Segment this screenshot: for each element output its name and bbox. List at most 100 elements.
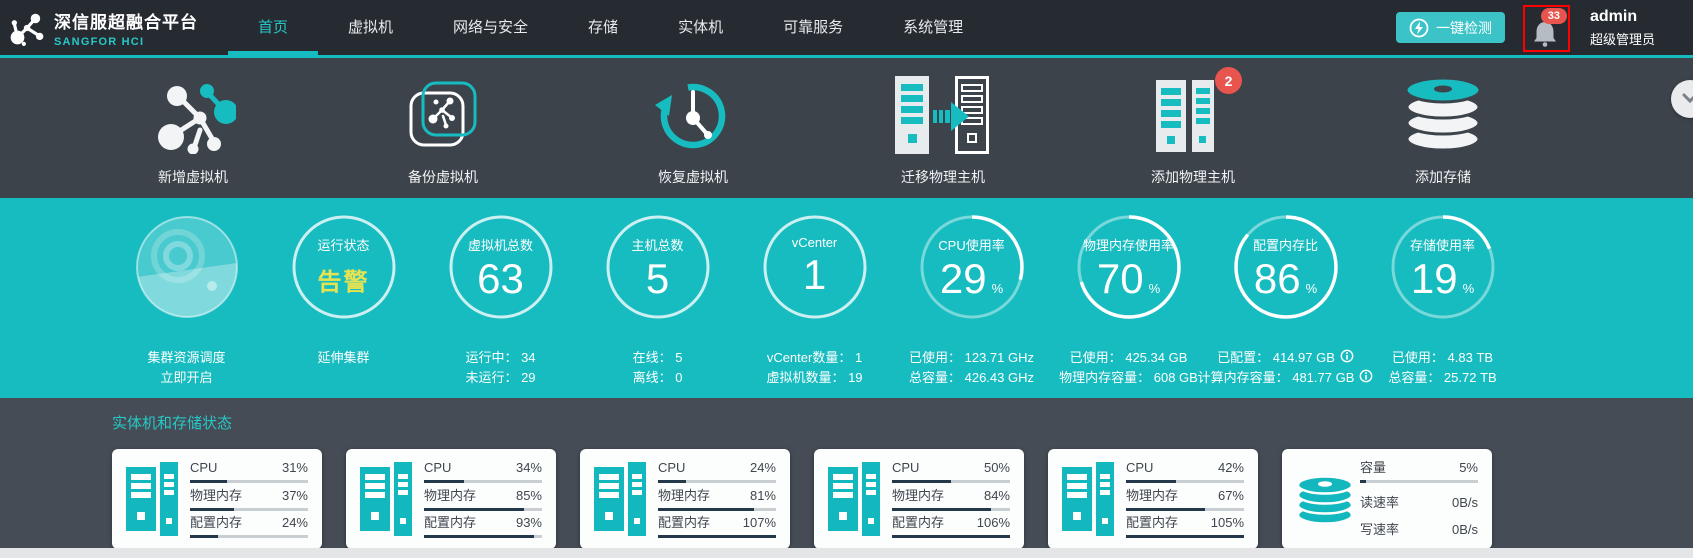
action-label: 添加物理主机: [1151, 169, 1235, 185]
metric-value: 37%: [281, 487, 308, 503]
info-icon[interactable]: [1340, 349, 1354, 363]
metric-label: 物理内存: [892, 487, 945, 503]
stat-title: 虚拟机总数: [467, 238, 533, 253]
stat-unit: %: [1462, 281, 1475, 296]
metric-value: 31%: [281, 460, 308, 475]
notification-annotation-box[interactable]: 33: [1522, 5, 1570, 52]
stat-title: 主机总数: [631, 238, 684, 253]
tab-network-security[interactable]: 网络与安全: [423, 0, 558, 55]
progress-bar: [892, 480, 1010, 483]
one-click-check-button[interactable]: 一键检测: [1395, 12, 1505, 43]
progress-bar: [1360, 480, 1478, 483]
stat-title: 运行状态: [317, 238, 370, 253]
status-cards: CPU 31% 物理内存 37% 配置内存 24% CPU 34% 物理内存 8…: [112, 449, 1693, 549]
stat-memory-usage: 物理内存使用率 70 % 已使用： 425.34 GB 物理内存容量： 608 …: [1050, 198, 1207, 398]
vm-restore-clock-icon: [655, 83, 726, 149]
progress-bar: [658, 480, 776, 483]
tab-home[interactable]: 首页: [228, 0, 319, 55]
stat-subline: 已使用： 123.71 GHz: [909, 349, 1034, 365]
stat-cluster-scheduling: 集群资源调度 立即开启: [108, 198, 265, 398]
quick-actions-bar: 新增虚拟机 备份虚拟机 恢复虚拟机 迁移物理主机 2 添加物理主机 添加存储: [0, 58, 1693, 198]
action-label: 迁移物理主机: [901, 169, 985, 185]
action-restore-vm[interactable]: 恢复虚拟机: [568, 58, 818, 198]
host-pending-badge: 2: [1215, 67, 1242, 94]
stat-subline: 已使用： 4.83 TB: [1391, 349, 1494, 365]
metric-label: CPU: [1126, 460, 1154, 475]
action-migrate-host[interactable]: 迁移物理主机: [818, 58, 1068, 198]
host-card-4[interactable]: CPU 50% 物理内存 84% 配置内存 106%: [814, 449, 1024, 549]
one-click-check-label: 一键检测: [1435, 19, 1492, 36]
stat-subline: 总容量： 25.72 TB: [1388, 369, 1497, 385]
metric-value: 5%: [1459, 460, 1478, 475]
stat-subline: 集群资源调度: [147, 349, 226, 365]
metric-label: 读速率: [1360, 494, 1400, 510]
host-card-3[interactable]: CPU 24% 物理内存 81% 配置内存 107%: [580, 449, 790, 549]
notification-count-badge: 33: [1540, 8, 1567, 24]
metric-label: CPU: [658, 460, 686, 475]
enable-now-link[interactable]: 立即开启: [160, 366, 212, 386]
metric-label: 物理内存: [658, 487, 711, 503]
action-label: 添加存储: [1415, 169, 1471, 185]
metric-value: 67%: [1217, 487, 1244, 503]
hosts-storage-section: 实体机和存储状态 CPU 31% 物理内存 37% 配置内存 24% CPU 3…: [0, 398, 1693, 549]
action-backup-vm[interactable]: 备份虚拟机: [318, 58, 568, 198]
metric-value: 81%: [749, 487, 776, 503]
stat-vcenter: vCenter 1 vCenter数量： 1 虚拟机数量： 19: [736, 198, 893, 398]
server-icon: [1062, 462, 1114, 536]
metric-value: 34%: [515, 460, 542, 475]
metric-label: 容量: [1360, 460, 1387, 475]
progress-bar: [1126, 535, 1244, 538]
host-card-5[interactable]: CPU 42% 物理内存 67% 配置内存 105%: [1048, 449, 1258, 549]
stat-value: 63: [477, 255, 524, 302]
section-title: 实体机和存储状态: [112, 415, 233, 432]
disk-stack-icon: [1296, 475, 1354, 524]
page-title: 深信服超融合平台: [54, 12, 198, 32]
stat-unit: %: [1305, 281, 1318, 296]
stat-host-total: 主机总数 5 在线： 5 离线： 0: [579, 198, 736, 398]
brand[interactable]: 深信服超融合平台 SANGFOR HCI: [0, 8, 228, 48]
progress-bar: [892, 535, 1010, 538]
server-icon: [828, 462, 880, 536]
stat-storage-usage: 存储使用率 19 % 已使用： 4.83 TB 总容量： 25.72 TB: [1364, 198, 1521, 398]
brand-subtitle: SANGFOR HCI: [54, 35, 145, 48]
stat-value: 1: [802, 251, 827, 298]
server-icon: [126, 462, 178, 536]
action-label: 恢复虚拟机: [658, 169, 728, 185]
metric-label: CPU: [190, 460, 218, 475]
user-menu[interactable]: admin 超级管理员: [1590, 8, 1655, 48]
stat-subline: 总容量： 426.43 GHz: [909, 369, 1034, 385]
progress-bar: [892, 507, 1010, 511]
progress-bar: [658, 535, 776, 538]
host-card-2[interactable]: CPU 34% 物理内存 85% 配置内存 93%: [346, 449, 556, 549]
progress-bar: [190, 480, 308, 483]
action-create-vm[interactable]: 新增虚拟机: [68, 58, 318, 198]
action-add-storage[interactable]: 添加存储: [1318, 58, 1568, 198]
metric-value: 42%: [1217, 460, 1244, 475]
metric-value: 0B/s: [1451, 522, 1478, 537]
tab-virtual-machines[interactable]: 虚拟机: [318, 0, 423, 55]
metric-value: 93%: [515, 515, 542, 530]
metric-value: 106%: [976, 515, 1010, 530]
action-label: 新增虚拟机: [158, 169, 228, 185]
storage-card[interactable]: 容量 5% 读速率 0B/s 写速率 0B/s: [1282, 449, 1492, 549]
progress-bar: [190, 507, 308, 511]
tab-system-management[interactable]: 系统管理: [873, 0, 993, 55]
cluster-stats-strip: 集群资源调度 立即开启 运行状态 告警 延伸集群 虚拟机总数 63 运行中： 3…: [0, 198, 1693, 398]
stat-subline: vCenter数量： 1: [766, 349, 863, 365]
host-card-1[interactable]: CPU 31% 物理内存 37% 配置内存 24%: [112, 449, 322, 549]
server-icon: [360, 462, 412, 536]
action-add-host[interactable]: 2 添加物理主机: [1068, 58, 1318, 198]
tab-reliability-services[interactable]: 可靠服务: [753, 0, 873, 55]
stat-title: vCenter: [791, 235, 838, 250]
top-header: 深信服超融合平台 SANGFOR HCI 首页 虚拟机 网络与安全 存储 实体机…: [0, 0, 1693, 58]
metric-label: 配置内存: [1126, 515, 1179, 530]
stat-subline: 延伸集群: [317, 349, 370, 365]
progress-bar: [1126, 507, 1244, 511]
metric-value: 105%: [1210, 515, 1244, 530]
collapse-panel-button[interactable]: [1671, 80, 1693, 118]
metric-label: 配置内存: [424, 515, 477, 530]
tab-storage[interactable]: 存储: [558, 0, 648, 55]
stat-subline: 运行中： 34: [465, 349, 536, 365]
metric-label: CPU: [424, 460, 452, 475]
tab-physical-hosts[interactable]: 实体机: [648, 0, 753, 55]
